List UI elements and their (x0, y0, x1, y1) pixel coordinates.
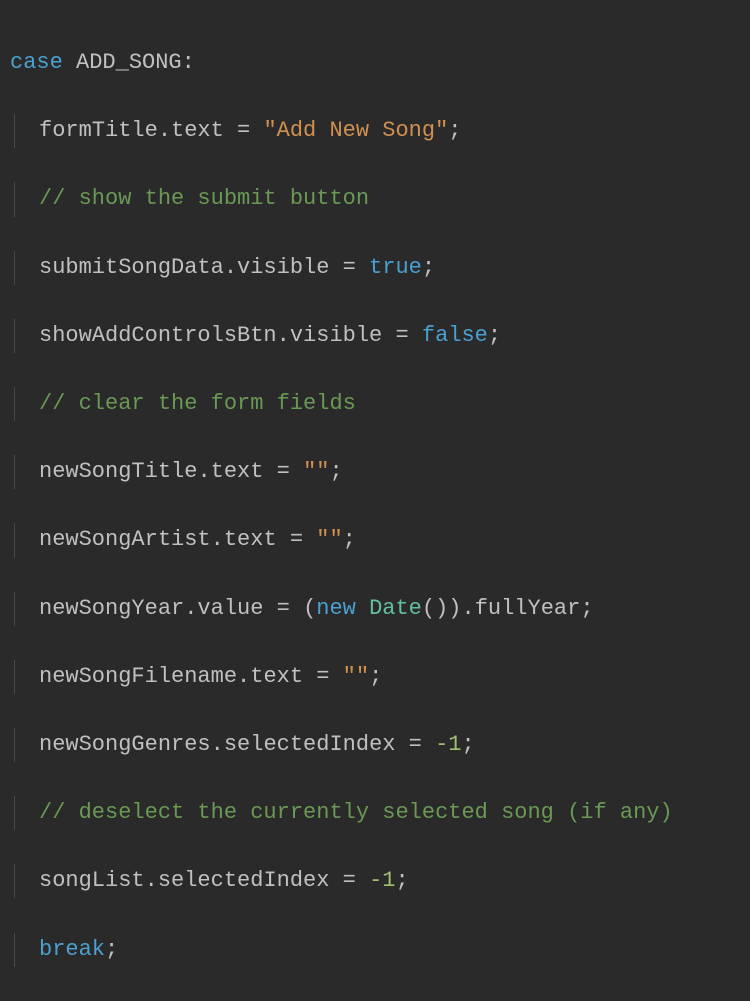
comment: // clear the form fields (39, 391, 356, 416)
code-line-3: // show the submit button (14, 182, 740, 216)
code-line-9: newSongYear.value = (new Date()).fullYea… (14, 592, 740, 626)
boolean-false: false (422, 323, 488, 348)
property: .text (197, 459, 263, 484)
semicolon: ; (488, 323, 501, 348)
identifier: formTitle (39, 118, 158, 143)
equals: = (329, 255, 369, 280)
space (356, 596, 369, 621)
parens: ()) (422, 596, 462, 621)
number-literal: -1 (369, 868, 395, 893)
constant-add-song: ADD_SONG (76, 50, 182, 75)
property: .value (184, 596, 263, 621)
code-snippet: case ADD_SONG: formTitle.text = "Add New… (10, 12, 740, 1001)
code-line-2: formTitle.text = "Add New Song"; (14, 114, 740, 148)
code-line-8: newSongArtist.text = ""; (14, 523, 740, 557)
semicolon: ; (580, 596, 593, 621)
keyword-break: break (39, 937, 105, 962)
property: .text (237, 664, 303, 689)
boolean-true: true (369, 255, 422, 280)
identifier: submitSongData (39, 255, 224, 280)
semicolon: ; (329, 459, 342, 484)
property: .fullYear (462, 596, 581, 621)
paren: ( (303, 596, 316, 621)
code-line-1: case ADD_SONG: (10, 46, 740, 80)
number-literal: -1 (435, 732, 461, 757)
equals: = (263, 459, 303, 484)
equals: = (277, 527, 317, 552)
semicolon: ; (422, 255, 435, 280)
comment: // deselect the currently selected song … (39, 800, 673, 825)
string-literal: "" (303, 459, 329, 484)
code-line-4: submitSongData.visible = true; (14, 251, 740, 285)
equals: = (395, 732, 435, 757)
string-literal: "Add New Song" (263, 118, 448, 143)
semicolon: ; (343, 527, 356, 552)
identifier: newSongArtist (39, 527, 211, 552)
identifier: showAddControlsBtn (39, 323, 277, 348)
semicolon: ; (105, 937, 118, 962)
code-line-10: newSongFilename.text = ""; (14, 660, 740, 694)
string-literal: "" (343, 664, 369, 689)
identifier: newSongGenres (39, 732, 211, 757)
keyword-case: case (10, 50, 63, 75)
property: .selectedIndex (145, 868, 330, 893)
equals: = (303, 664, 343, 689)
equals: = (263, 596, 303, 621)
keyword-new: new (316, 596, 356, 621)
code-line-6: // clear the form fields (14, 387, 740, 421)
comment: // show the submit button (39, 186, 369, 211)
identifier: songList (39, 868, 145, 893)
code-line-7: newSongTitle.text = ""; (14, 455, 740, 489)
code-line-14: break; (14, 933, 740, 967)
identifier: newSongYear (39, 596, 184, 621)
code-line-5: showAddControlsBtn.visible = false; (14, 319, 740, 353)
property: .text (211, 527, 277, 552)
property: .text (158, 118, 224, 143)
property: .visible (277, 323, 383, 348)
semicolon: ; (369, 664, 382, 689)
code-line-12: // deselect the currently selected song … (14, 796, 740, 830)
code-line-13: songList.selectedIndex = -1; (14, 864, 740, 898)
property: .selectedIndex (211, 732, 396, 757)
string-literal: "" (316, 527, 342, 552)
identifier: newSongFilename (39, 664, 237, 689)
equals: = (382, 323, 422, 348)
semicolon: ; (448, 118, 461, 143)
property: .visible (224, 255, 330, 280)
equals: = (224, 118, 264, 143)
equals: = (329, 868, 369, 893)
semicolon: ; (462, 732, 475, 757)
identifier: newSongTitle (39, 459, 197, 484)
class-date: Date (369, 596, 422, 621)
semicolon: ; (395, 868, 408, 893)
code-line-11: newSongGenres.selectedIndex = -1; (14, 728, 740, 762)
colon: : (182, 50, 195, 75)
